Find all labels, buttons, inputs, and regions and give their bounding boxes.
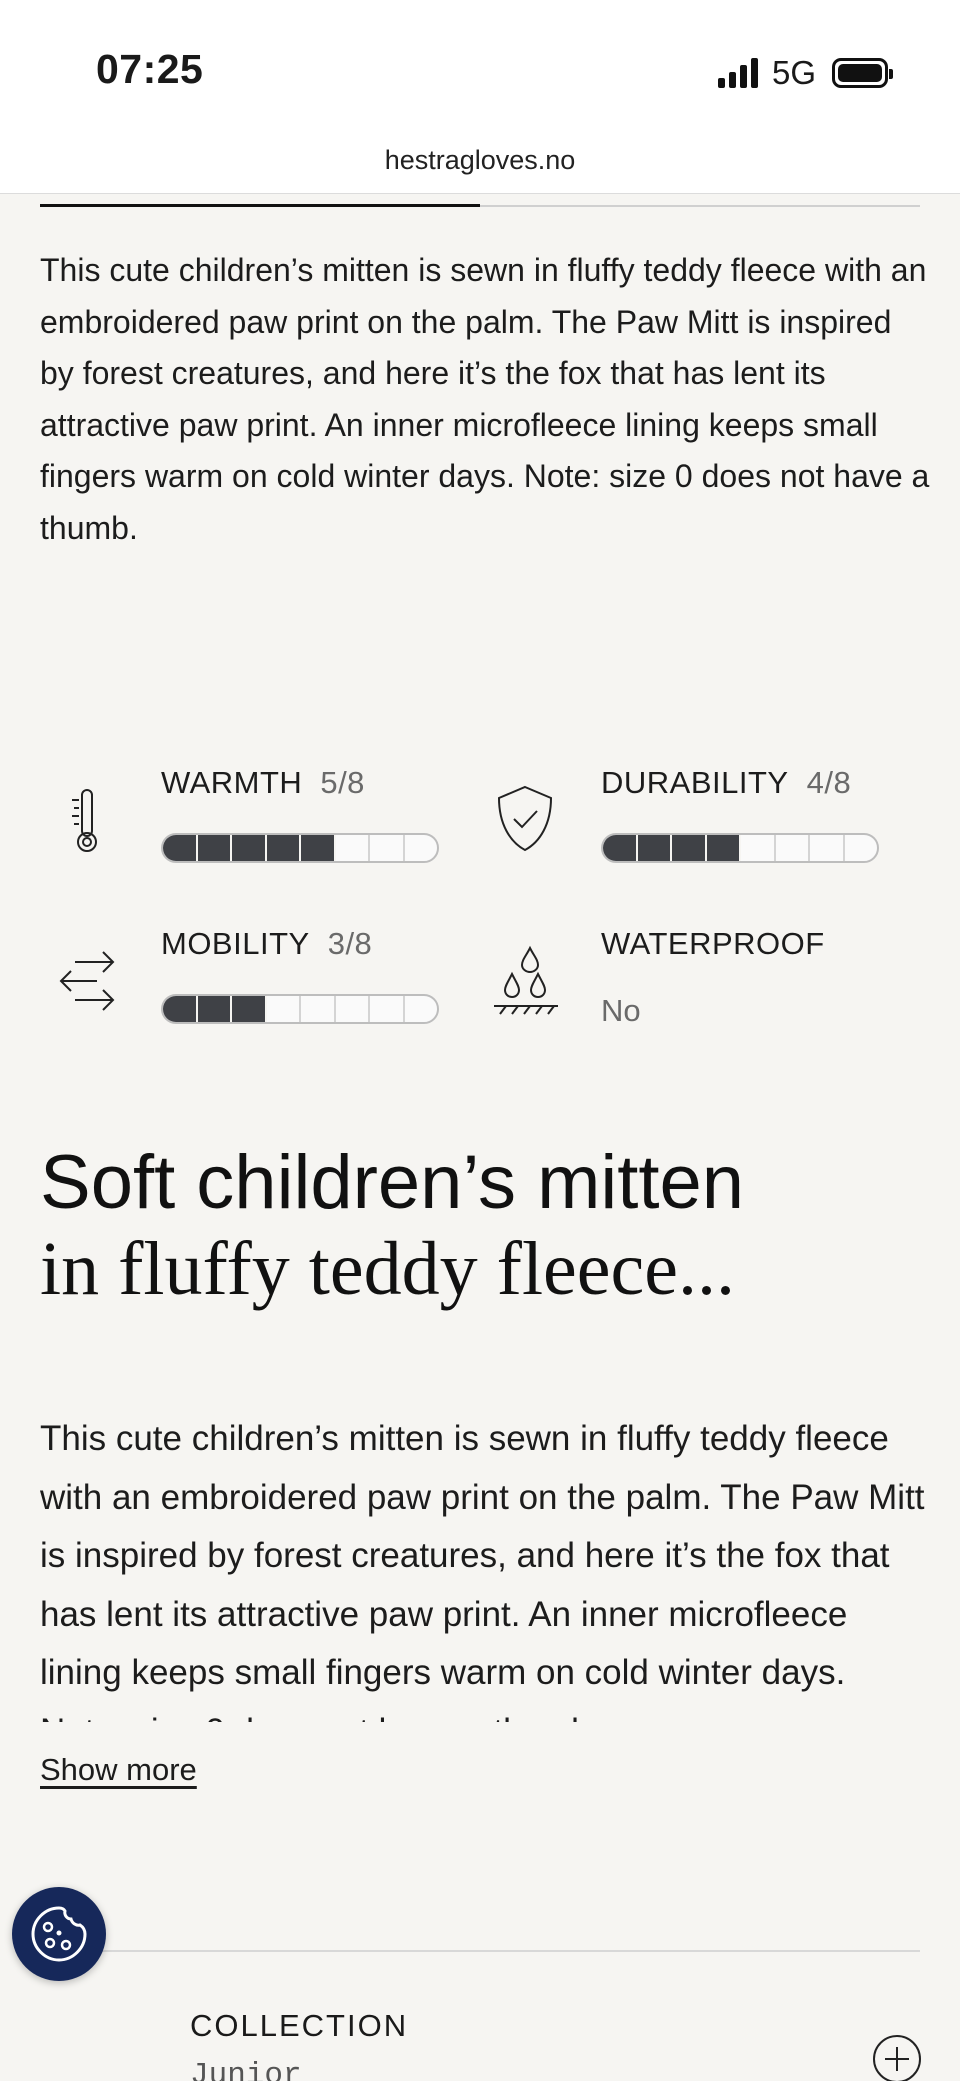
meter-segment bbox=[336, 996, 370, 1022]
tab-indicator bbox=[40, 204, 920, 207]
mobility-label: MOBILITY 3/8 bbox=[161, 926, 373, 961]
section-divider bbox=[40, 1950, 920, 1952]
meter-segment bbox=[266, 835, 301, 861]
mobility-meter bbox=[161, 994, 439, 1024]
meter-segment bbox=[232, 835, 267, 861]
water-drops-icon bbox=[494, 945, 558, 1015]
meter-segment bbox=[267, 996, 301, 1022]
meter-segment bbox=[776, 835, 810, 861]
show-more-link[interactable]: Show more bbox=[40, 1752, 197, 1788]
durability-label: DURABILITY 4/8 bbox=[601, 765, 852, 800]
meter-segment bbox=[197, 996, 232, 1022]
signal-icon bbox=[717, 58, 758, 88]
mobility-value: 3/8 bbox=[327, 926, 373, 961]
headline-line-2: in fluffy teddy fleece... bbox=[40, 1227, 735, 1311]
meter-segment bbox=[405, 835, 438, 861]
meter-segment bbox=[672, 835, 707, 861]
meter-segment bbox=[845, 835, 878, 861]
meter-segment bbox=[706, 835, 741, 861]
meter-segment bbox=[163, 996, 198, 1022]
status-indicators: 5G bbox=[717, 54, 893, 92]
meter-segment bbox=[370, 835, 405, 861]
long-description: This cute children’s mitten is sewn in f… bbox=[40, 1419, 925, 1722]
warmth-label: WARMTH 5/8 bbox=[161, 765, 365, 800]
headline-line-1: Soft children’s mitten bbox=[40, 1140, 745, 1225]
thermometer-icon bbox=[72, 789, 97, 852]
product-description: This cute children’s mitten is sewn in f… bbox=[40, 252, 930, 546]
status-bar: 07:25 5G bbox=[0, 0, 960, 130]
tab-indicator-active bbox=[40, 204, 480, 207]
meter-segment bbox=[232, 996, 267, 1022]
meter-segment bbox=[163, 835, 198, 861]
status-time: 07:25 bbox=[96, 46, 204, 92]
meter-segment bbox=[405, 996, 438, 1022]
meter-segment bbox=[637, 835, 672, 861]
expand-plus-icon[interactable] bbox=[872, 2034, 922, 2081]
waterproof-label: WATERPROOF bbox=[601, 926, 825, 961]
waterproof-value: No bbox=[601, 993, 641, 1028]
arrows-icon bbox=[59, 951, 115, 1011]
product-headline: Soft children’s mitten in fluffy teddy f… bbox=[40, 1140, 920, 1312]
durability-value: 4/8 bbox=[806, 765, 852, 800]
cookie-icon bbox=[31, 1906, 87, 1962]
warmth-value: 5/8 bbox=[320, 765, 365, 800]
url-bar[interactable]: hestragloves.no bbox=[0, 130, 960, 194]
meter-segment bbox=[370, 996, 405, 1022]
meter-segment bbox=[603, 835, 638, 861]
shield-check-icon bbox=[497, 785, 553, 852]
durability-meter bbox=[601, 833, 879, 863]
meter-segment bbox=[741, 835, 776, 861]
meter-segment bbox=[301, 996, 336, 1022]
meter-segment bbox=[810, 835, 845, 861]
network-type: 5G bbox=[771, 54, 816, 91]
url-text[interactable]: hestragloves.no bbox=[385, 145, 576, 175]
long-description-container: This cute children’s mitten is sewn in f… bbox=[40, 1410, 930, 1722]
collection-label: COLLECTION bbox=[190, 2008, 409, 2043]
cookie-settings-button[interactable] bbox=[12, 1887, 106, 1981]
meter-segment bbox=[336, 835, 370, 861]
warmth-meter bbox=[161, 833, 439, 863]
meter-segment bbox=[301, 835, 336, 861]
battery-icon bbox=[832, 58, 893, 88]
meter-segment bbox=[197, 835, 232, 861]
collection-value: Junior bbox=[190, 2058, 302, 2081]
